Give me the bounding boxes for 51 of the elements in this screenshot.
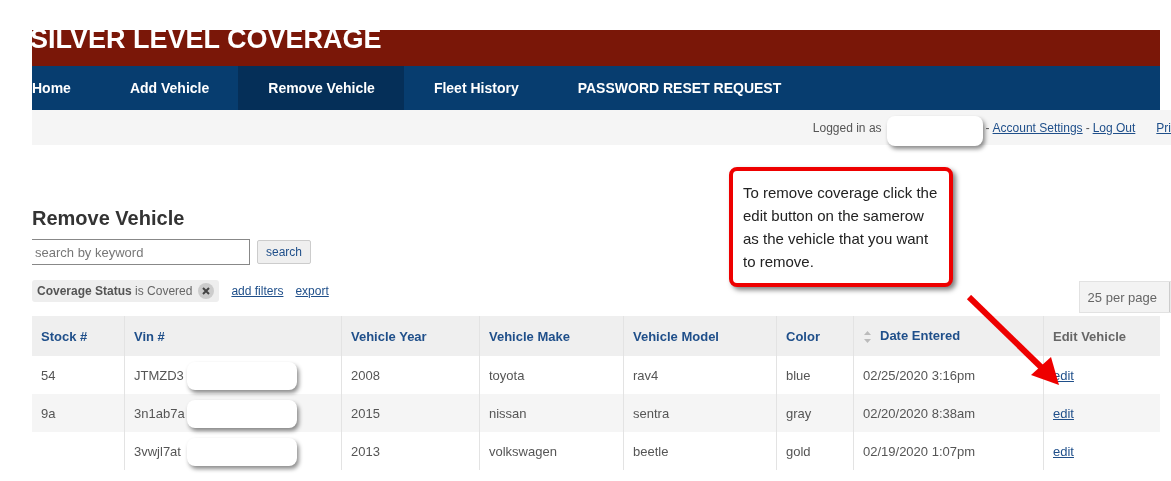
table-cell: nissan [489,405,527,421]
table-cell: 54 [41,367,56,383]
separator-text: - [1085,120,1090,135]
nav-tab[interactable]: PASSWORD RESET REQUEST [547,66,811,110]
table-cell: 2008 [351,367,380,383]
table-cell: 02/25/2020 3:16pm [863,367,976,383]
separator-text: - [985,120,990,135]
table-cell: JTMZD3 [134,367,184,383]
page-heading: Remove Vehicle [32,207,185,230]
account-link[interactable]: Log Out [1092,120,1136,135]
per-page-select[interactable]: 25 per page [1078,281,1171,313]
column-header[interactable]: Vehicle Make [479,316,624,356]
table-cell: gray [786,405,812,421]
column-header: Edit Vehicle [1043,316,1160,356]
filter-text: Coverage Status is Covered [37,284,193,298]
filter-link[interactable]: add filters [231,284,284,298]
filter-chip[interactable]: Coverage Status is Covered [32,280,220,302]
table-cell: 3vwjl7at [134,443,181,459]
account-link[interactable]: Account Settings [992,120,1083,135]
column-header[interactable]: Vin # [124,316,342,356]
table-cell: sentra [633,405,670,421]
nav-tab[interactable]: Fleet History [403,66,548,110]
column-header[interactable]: Date Entered [853,316,1044,356]
table-cell: toyota [489,367,525,383]
search-field[interactable]: search by keyword [32,239,250,265]
callout-box: To remove coverage click the edit button on the samerow as the vehicle that you want to remove. [729,167,953,287]
edit-link[interactable]: edit [1053,405,1074,421]
column-header[interactable]: Vehicle Model [623,316,777,356]
table-cell: 3n1ab7a [134,405,185,421]
close-icon [198,283,215,299]
table-cell: 2015 [351,405,380,421]
table-cell: beetle [633,443,669,459]
column-header[interactable]: Stock # [32,316,125,356]
column-header[interactable]: Vehicle Year [341,316,480,356]
edit-link[interactable]: edit [1053,443,1074,459]
account-link[interactable]: Pri [1156,120,1171,135]
filter-link[interactable]: export [295,284,329,298]
table-cell: 02/20/2020 8:38am [863,405,976,421]
table-cell: volkswagen [489,443,557,459]
nav-tab[interactable]: Home [32,66,100,110]
table-cell: gold [786,443,811,459]
table-cell: 02/19/2020 1:07pm [863,443,976,459]
table-cell: 9a [41,405,56,421]
nav-tab[interactable]: Remove Vehicle [238,66,404,110]
column-header[interactable]: Color [776,316,854,356]
table-cell: blue [786,367,811,383]
logged-in-label: Logged in as [812,120,882,135]
search-button[interactable]: search [257,240,312,264]
table-cell: 2013 [351,443,380,459]
table-cell: rav4 [633,367,659,383]
nav-tab[interactable]: Add Vehicle [99,66,239,110]
